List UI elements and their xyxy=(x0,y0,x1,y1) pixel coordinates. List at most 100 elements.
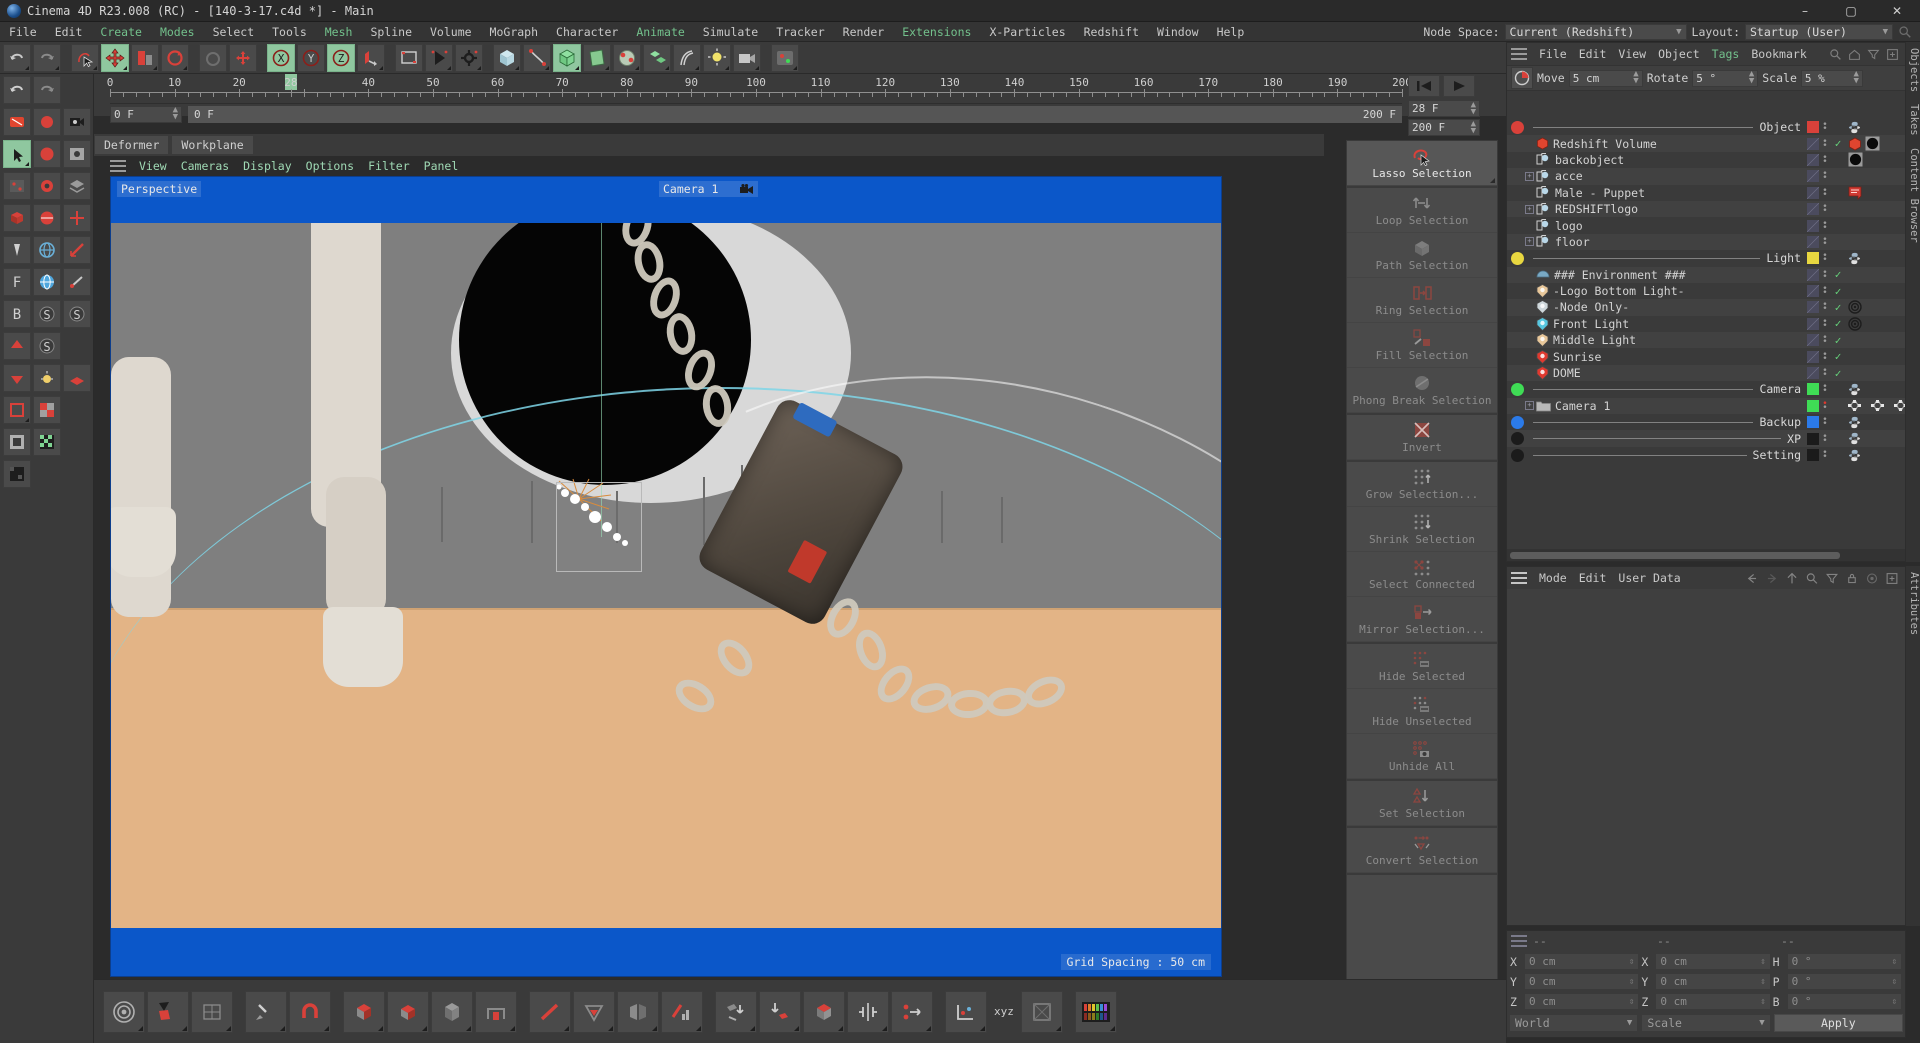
light-tool-button[interactable] xyxy=(33,364,61,392)
object-row[interactable]: Sunrise • • ✓ xyxy=(1507,348,1905,364)
generator-nurbs-button[interactable] xyxy=(553,43,581,72)
visibility-dots[interactable]: • • xyxy=(1819,416,1831,429)
coord-value-input[interactable]: 0 cm ⇳ xyxy=(1524,953,1640,970)
timeline-ruler[interactable]: 0 10 20 28 40 50 60 70 80 90 100 110 120 130 140 150 160… xyxy=(107,74,1412,104)
texture-mode-button[interactable] xyxy=(33,204,61,232)
minimize-button[interactable]: – xyxy=(1782,0,1828,22)
spinner-icon[interactable]: ⇳ xyxy=(1760,977,1765,987)
annotation-tag-icon[interactable] xyxy=(1848,186,1862,200)
undo-left-button[interactable] xyxy=(3,76,31,104)
side-tab-attributes[interactable]: Attributes xyxy=(1906,566,1920,641)
camera-icon[interactable] xyxy=(740,183,754,195)
object-layer-row[interactable]: XP • • xyxy=(1507,430,1905,447)
layer-swatch[interactable] xyxy=(1807,252,1819,265)
target-tag-icon[interactable] xyxy=(1848,300,1862,315)
enabled-check-icon[interactable]: ✓ xyxy=(1831,367,1845,380)
layer-swatch[interactable] xyxy=(1807,203,1819,216)
search-icon[interactable] xyxy=(1829,48,1842,61)
expand-toggle-icon[interactable]: + xyxy=(1525,237,1534,247)
uv-axis-button[interactable] xyxy=(945,990,987,1033)
inner-extrude-button[interactable] xyxy=(431,990,473,1033)
tab-deformer[interactable]: Deformer xyxy=(94,135,170,155)
side-tab-objects[interactable]: Objects xyxy=(1906,42,1920,98)
visibility-dots[interactable]: • • xyxy=(1819,367,1831,380)
tool-hide-selected[interactable]: Hide Selected xyxy=(1347,644,1497,689)
uv-grid-button[interactable] xyxy=(191,990,233,1033)
brush-tool-button[interactable] xyxy=(245,990,287,1033)
tool-grow-selection[interactable]: Grow Selection... xyxy=(1347,462,1497,507)
visibility-dots[interactable]: • • xyxy=(1819,153,1831,166)
layer-swatch[interactable] xyxy=(1807,153,1819,166)
tool-path-selection[interactable]: Path Selection xyxy=(1347,233,1497,278)
target-tag-icon[interactable] xyxy=(1848,317,1862,331)
object-row[interactable]: + floor • • xyxy=(1507,233,1905,251)
y-axis-lock-button[interactable]: Y xyxy=(297,43,325,72)
spinner-icon[interactable]: ▲ ▼ xyxy=(1853,70,1858,86)
redo-button[interactable] xyxy=(33,43,61,72)
node-space-dropdown[interactable]: Current (Redshift) ▼ xyxy=(1504,24,1687,40)
spline-pen-button[interactable] xyxy=(523,43,551,72)
tool-unhide-all[interactable]: Unhide All xyxy=(1347,734,1497,779)
move-tool-button[interactable] xyxy=(101,43,129,72)
tool-convert-selection[interactable]: Convert Selection xyxy=(1347,828,1497,873)
filter-icon[interactable] xyxy=(1825,572,1839,585)
melt-button[interactable] xyxy=(573,990,615,1033)
layer-swatch[interactable] xyxy=(1807,219,1819,232)
light-button[interactable] xyxy=(703,43,731,72)
visibility-dots[interactable]: • • xyxy=(1819,432,1831,445)
model-mode-button[interactable] xyxy=(3,204,31,232)
layer-swatch[interactable] xyxy=(1807,432,1819,445)
tool-loop-selection[interactable]: Loop Selection xyxy=(1347,188,1497,233)
scale-tool-button[interactable] xyxy=(131,43,159,72)
attr-menu-edit[interactable]: Edit xyxy=(1573,571,1613,585)
om-menu-edit[interactable]: Edit xyxy=(1573,47,1613,61)
enabled-check-icon[interactable]: ✓ xyxy=(1831,285,1845,298)
sculpt-button[interactable] xyxy=(661,990,703,1033)
coord-value-input[interactable]: 0 ° ⇳ xyxy=(1786,993,1902,1010)
expand-toggle-icon[interactable]: + xyxy=(1525,171,1534,181)
menu-simulate[interactable]: Simulate xyxy=(694,22,767,42)
material-sample-button[interactable] xyxy=(3,428,31,456)
render-view-button[interactable] xyxy=(395,43,423,72)
spinner-icon[interactable]: ⇳ xyxy=(1760,957,1765,967)
visibility-dots[interactable]: • • xyxy=(1819,268,1831,281)
layer-swatch[interactable] xyxy=(1807,121,1819,134)
visibility-dots[interactable]: • • xyxy=(1819,121,1831,134)
object-manager-hscrollbar[interactable] xyxy=(1507,549,1905,561)
coordinate-system-dropdown[interactable]: World ▼ xyxy=(1509,1014,1639,1032)
visibility-dots[interactable]: • • xyxy=(1819,383,1831,396)
object-row[interactable]: + REDSHIFTlogo • • xyxy=(1507,200,1905,218)
play-button[interactable] xyxy=(1443,75,1475,97)
keyframe-icon[interactable] xyxy=(1871,400,1891,412)
visibility-dots[interactable]: • • xyxy=(1819,170,1831,183)
enabled-check-icon[interactable]: ✓ xyxy=(1831,137,1845,150)
layer-color-dot[interactable] xyxy=(1511,448,1524,462)
tool-set-selection[interactable]: Set Selection xyxy=(1347,781,1497,826)
knife-button[interactable] xyxy=(529,990,571,1033)
s-tool-1-button[interactable]: S xyxy=(33,300,61,328)
tool-ring-selection[interactable]: Ring Selection xyxy=(1347,278,1497,323)
visibility-dots[interactable]: • • xyxy=(1819,285,1831,298)
visibility-dots[interactable]: • • xyxy=(1819,235,1831,248)
texture-tag-icon[interactable] xyxy=(1865,136,1880,151)
snap-pie-icon[interactable] xyxy=(1511,67,1533,89)
coord-value-input[interactable]: 0 ° ⇳ xyxy=(1786,973,1902,990)
tab-workplane[interactable]: Workplane xyxy=(171,135,254,155)
live-selection-button[interactable] xyxy=(71,43,99,72)
menu-mesh[interactable]: Mesh xyxy=(316,22,362,42)
om-menu-view[interactable]: View xyxy=(1612,47,1652,61)
coord-field-position-z[interactable]: Z 0 cm ⇳ xyxy=(1510,992,1640,1011)
python-icon[interactable] xyxy=(1848,121,1861,134)
close-button[interactable]: ✕ xyxy=(1874,0,1920,22)
expand-toggle-icon[interactable]: + xyxy=(1525,401,1534,411)
layer-swatch[interactable] xyxy=(1807,350,1819,363)
object-row[interactable]: Middle Light • • ✓ xyxy=(1507,332,1905,349)
frame-bottom-input[interactable]: 200 F ▲ ▼ xyxy=(1408,119,1480,136)
visibility-dots[interactable]: • • xyxy=(1819,350,1831,363)
cube-primitive-button[interactable] xyxy=(493,43,521,72)
dark-material-button[interactable] xyxy=(3,460,31,488)
python-icon[interactable] xyxy=(1848,383,1861,396)
viewport-menu-display[interactable]: Display xyxy=(236,159,298,173)
ruler-button[interactable] xyxy=(63,236,91,264)
object-layer-row[interactable]: Light • • xyxy=(1507,250,1905,266)
